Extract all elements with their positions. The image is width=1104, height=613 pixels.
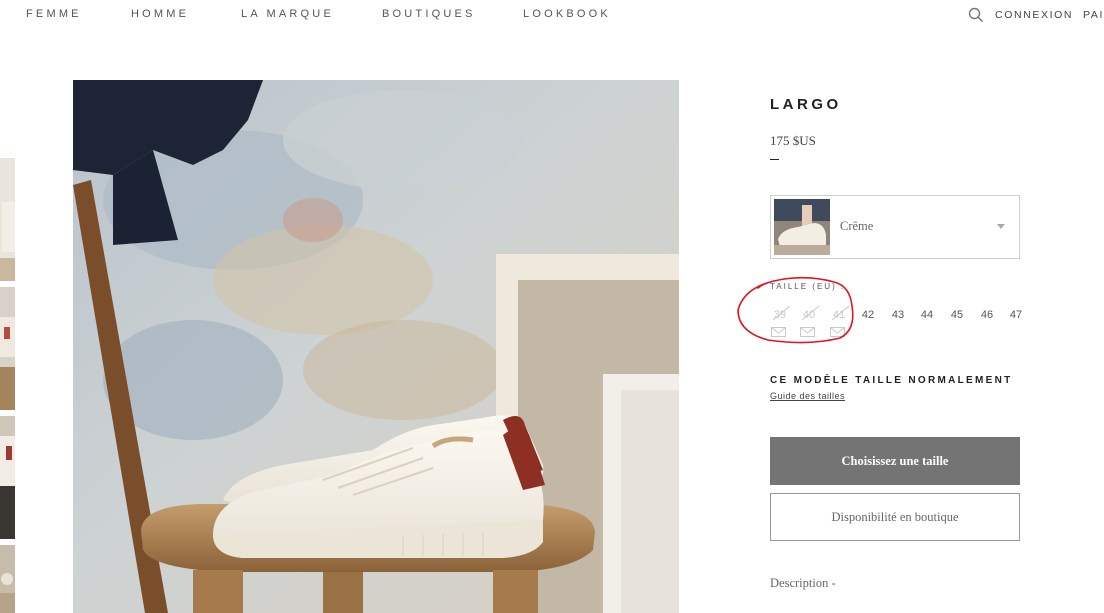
product-price: 175 $US [770,133,816,148]
unavailable-strike-icon [801,305,820,321]
mail-icon[interactable] [771,327,786,337]
divider [770,159,779,160]
color-select[interactable]: Crême [770,195,1020,259]
size-label: TAILLE (EU) : [770,282,846,291]
color-swatch-thumbnail [774,199,830,255]
nav-boutiques[interactable]: BOUTIQUES [382,8,476,20]
size-selector: 39 40 41 42 43 44 45 46 47 [769,305,1040,339]
nav-lookbook[interactable]: LOOKBOOK [523,8,611,20]
thumbnail-2[interactable] [0,287,15,410]
search-icon[interactable] [967,6,985,24]
nav-utilities: CONNEXION PAI [967,6,1104,24]
thumbnail-4[interactable] [0,545,15,613]
product-info-panel: LARGO 175 $US Crême TAILLE (EU) : 39 40 [770,96,1104,590]
size-option-46[interactable]: 46 [976,309,998,321]
mail-icon[interactable] [830,327,845,337]
mail-icon[interactable] [800,327,815,337]
cart-link[interactable]: PAI [1083,9,1104,21]
size-option-41[interactable]: 41 [828,305,850,337]
color-select-value: Crême [840,219,874,233]
fit-note: CE MODÈLE TAILLE NORMALEMENT [770,375,1013,386]
unavailable-strike-icon [831,305,850,321]
size-option-43[interactable]: 43 [887,309,909,321]
size-option-40[interactable]: 40 [798,305,820,337]
size-option-39[interactable]: 39 [769,305,791,337]
top-navigation: FEMME HOMME LA MARQUE BOUTIQUES LOOKBOOK… [0,0,1104,30]
nav-homme[interactable]: HOMME [131,8,189,20]
thumbnail-1[interactable] [0,158,15,281]
size-option-45[interactable]: 45 [946,309,968,321]
size-guide-link[interactable]: Guide des tailles [770,391,845,401]
chevron-down-icon [997,224,1005,229]
nav-femme[interactable]: FEMME [26,8,82,20]
description-toggle[interactable]: Description - [770,576,836,591]
product-title: LARGO [770,96,842,113]
thumbnail-3[interactable] [0,416,15,539]
product-main-image[interactable] [73,80,679,613]
size-option-47[interactable]: 47 [1005,309,1027,321]
nav-la-marque[interactable]: LA MARQUE [241,8,334,20]
size-option-42[interactable]: 42 [857,309,879,321]
unavailable-strike-icon [772,305,791,321]
connexion-link[interactable]: CONNEXION [995,9,1073,21]
store-availability-button[interactable]: Disponibilité en boutique [770,493,1020,541]
size-option-44[interactable]: 44 [916,309,938,321]
choose-size-button[interactable]: Choisissez une taille [770,437,1020,485]
